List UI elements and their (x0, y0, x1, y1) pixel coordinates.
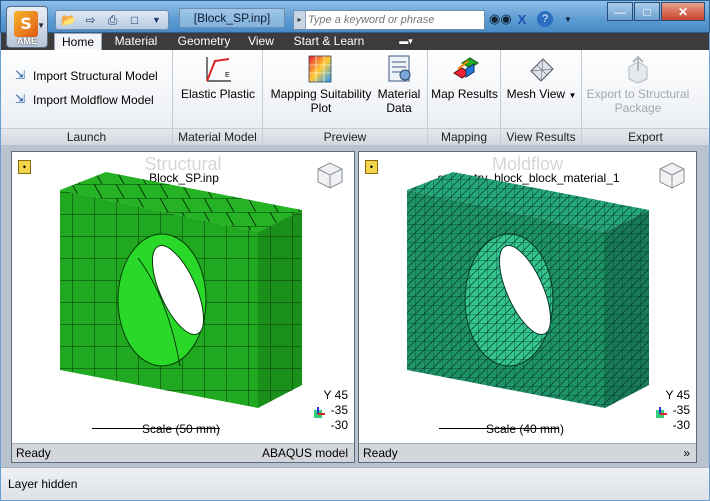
mesh-view-icon (529, 58, 554, 82)
elastic-plastic-button[interactable]: E Elastic Plastic (173, 53, 263, 101)
axis-triad-icon (656, 407, 667, 418)
status-text: Layer hidden (8, 477, 78, 491)
ribbon-tabs: Home Material Geometry View Start & Lear… (1, 33, 709, 50)
export-label-2: Package (614, 101, 662, 115)
import-structural-button[interactable]: ⇲ Import Structural Model (11, 68, 158, 84)
material-data-label-2: Data (386, 101, 412, 115)
panel-view-results: Mesh View ▼ View Results (501, 50, 582, 145)
scale-label: Scale (50 mm) (142, 422, 221, 436)
panel-export: Export to Structural Package Export (582, 50, 709, 145)
qat-dropdown-icon[interactable]: ▼ (147, 13, 166, 28)
view-cube-icon[interactable] (314, 160, 346, 190)
material-data-button[interactable]: Material Data (374, 53, 424, 115)
ribbon-options-icon[interactable]: ▬▾ (391, 33, 421, 50)
export-package-icon (628, 55, 648, 84)
mapping-suitability-button[interactable]: Mapping Suitability Plot (266, 53, 376, 115)
mesh-view-button[interactable]: Mesh View ▼ (501, 53, 582, 103)
panel-launch: ⇲ Import Structural Model ⇲ Import Moldf… (1, 50, 173, 145)
work-area: Structural Block_SP.inp • Y 45 -35 -30 S… (1, 145, 709, 467)
tab-geometry[interactable]: Geometry (171, 33, 237, 50)
mesh-view-label: Mesh View (506, 87, 566, 101)
window-controls: — □ ✕ (607, 2, 705, 21)
ribbon: ⇲ Import Structural Model ⇲ Import Moldf… (1, 50, 709, 145)
viewport-status-bar: Ready ABAQUS model (12, 443, 354, 462)
import-icon[interactable]: ⇨ (81, 13, 100, 28)
title-icons: ◉◉ X ? ▼ (489, 11, 577, 27)
mapping-suitability-icon (308, 55, 332, 83)
structural-mesh[interactable] (50, 170, 310, 430)
material-data-icon (388, 55, 411, 82)
panel-material-model: E Elastic Plastic Material Model (173, 50, 263, 145)
viewport-structural[interactable]: Structural Block_SP.inp • Y 45 -35 -30 S… (11, 151, 355, 463)
panel-mapping: Map Results Mapping (428, 50, 501, 145)
panel-title-view-results: View Results (501, 128, 581, 145)
lock-icon[interactable]: • (18, 160, 31, 174)
view-cube-icon[interactable] (656, 160, 688, 190)
mesh-view-dropdown-icon: ▼ (568, 91, 577, 100)
svg-text:E: E (225, 72, 230, 79)
app-logo-icon: S (14, 11, 38, 37)
map-results-button[interactable]: Map Results (428, 53, 501, 101)
panel-title-material-model: Material Model (173, 128, 262, 145)
export-label: Export to Structural (586, 87, 690, 101)
tab-home[interactable]: Home (54, 33, 102, 50)
document-title: [Block_SP.inp] (179, 8, 285, 28)
x-tools-icon[interactable]: X (513, 12, 531, 27)
maximize-button[interactable]: □ (634, 2, 660, 21)
import-moldflow-label: Import Moldflow Model (33, 93, 154, 107)
viewport-expand-icon[interactable]: » (683, 444, 690, 462)
viewport-model-type: ABAQUS model (261, 446, 348, 460)
viewport-status: Ready (16, 446, 51, 460)
import-moldflow-icon: ⇲ (14, 92, 26, 106)
axis-triad-icon (314, 407, 325, 418)
tab-start-learn[interactable]: Start & Learn (287, 33, 371, 50)
panel-title-launch: Launch (1, 128, 172, 145)
axis-y-label: Y 45 (323, 388, 348, 402)
app-logo-text: AME (17, 36, 37, 46)
axis-value-3: -30 (672, 418, 690, 432)
axis-value-3: -30 (330, 418, 348, 432)
export-structural-button[interactable]: Export to Structural Package (582, 53, 694, 115)
elastic-plastic-label: Elastic Plastic (180, 87, 256, 101)
panel-title-export: Export (582, 128, 709, 145)
help-icon[interactable]: ? (537, 11, 553, 27)
tab-material[interactable]: Material (106, 33, 166, 50)
panel-title-preview: Preview (263, 128, 427, 145)
map-results-label: Map Results (431, 87, 498, 101)
map-results-icon (452, 57, 479, 79)
lock-icon[interactable]: • (365, 160, 378, 174)
scale-label: Scale (40 mm) (486, 422, 565, 436)
panel-preview: Mapping Suitability Plot Material Data P… (263, 50, 428, 145)
material-data-label: Material (377, 87, 421, 101)
search-input[interactable] (308, 12, 482, 28)
moldflow-mesh[interactable] (397, 170, 657, 430)
binoculars-icon[interactable]: ◉◉ (489, 11, 512, 27)
stress-strain-icon: E (206, 57, 231, 82)
help-dropdown-icon[interactable]: ▼ (559, 15, 577, 24)
import-moldflow-button[interactable]: ⇲ Import Moldflow Model (11, 92, 154, 108)
minimize-button[interactable]: — (607, 2, 633, 21)
search-grip-icon[interactable]: ▸ (294, 11, 306, 29)
application-menu-button[interactable]: S AME ▼ (6, 6, 48, 48)
mapping-suitability-label: Mapping Suitability (270, 87, 372, 101)
import-structural-icon: ⇲ (14, 68, 26, 82)
status-bar: Layer hidden (1, 467, 709, 500)
new-document-icon[interactable]: □ (125, 13, 144, 28)
viewport-status: Ready (363, 446, 398, 460)
tab-view[interactable]: View (242, 33, 280, 50)
axis-y-label: Y 45 (665, 388, 690, 402)
print-icon[interactable]: ⎙ (103, 13, 122, 28)
panel-title-mapping: Mapping (428, 128, 500, 145)
viewport-moldflow[interactable]: Moldflow geometry_block_block_material_1… (358, 151, 697, 463)
search-box: ▸ (293, 10, 485, 30)
import-structural-label: Import Structural Model (33, 69, 158, 83)
quick-access-toolbar: 📂 ⇨ ⎙ □ ▼ (55, 10, 169, 30)
title-bar: 📂 ⇨ ⎙ □ ▼ [Block_SP.inp] ▸ ◉◉ X ? ▼ — □ … (0, 0, 710, 33)
app-menu-dropdown-icon: ▼ (37, 21, 45, 30)
open-folder-icon[interactable]: 📂 (59, 13, 78, 28)
viewport-status-bar: Ready » (359, 443, 696, 462)
close-button[interactable]: ✕ (661, 2, 705, 21)
mapping-suitability-label-2: Plot (310, 101, 332, 115)
